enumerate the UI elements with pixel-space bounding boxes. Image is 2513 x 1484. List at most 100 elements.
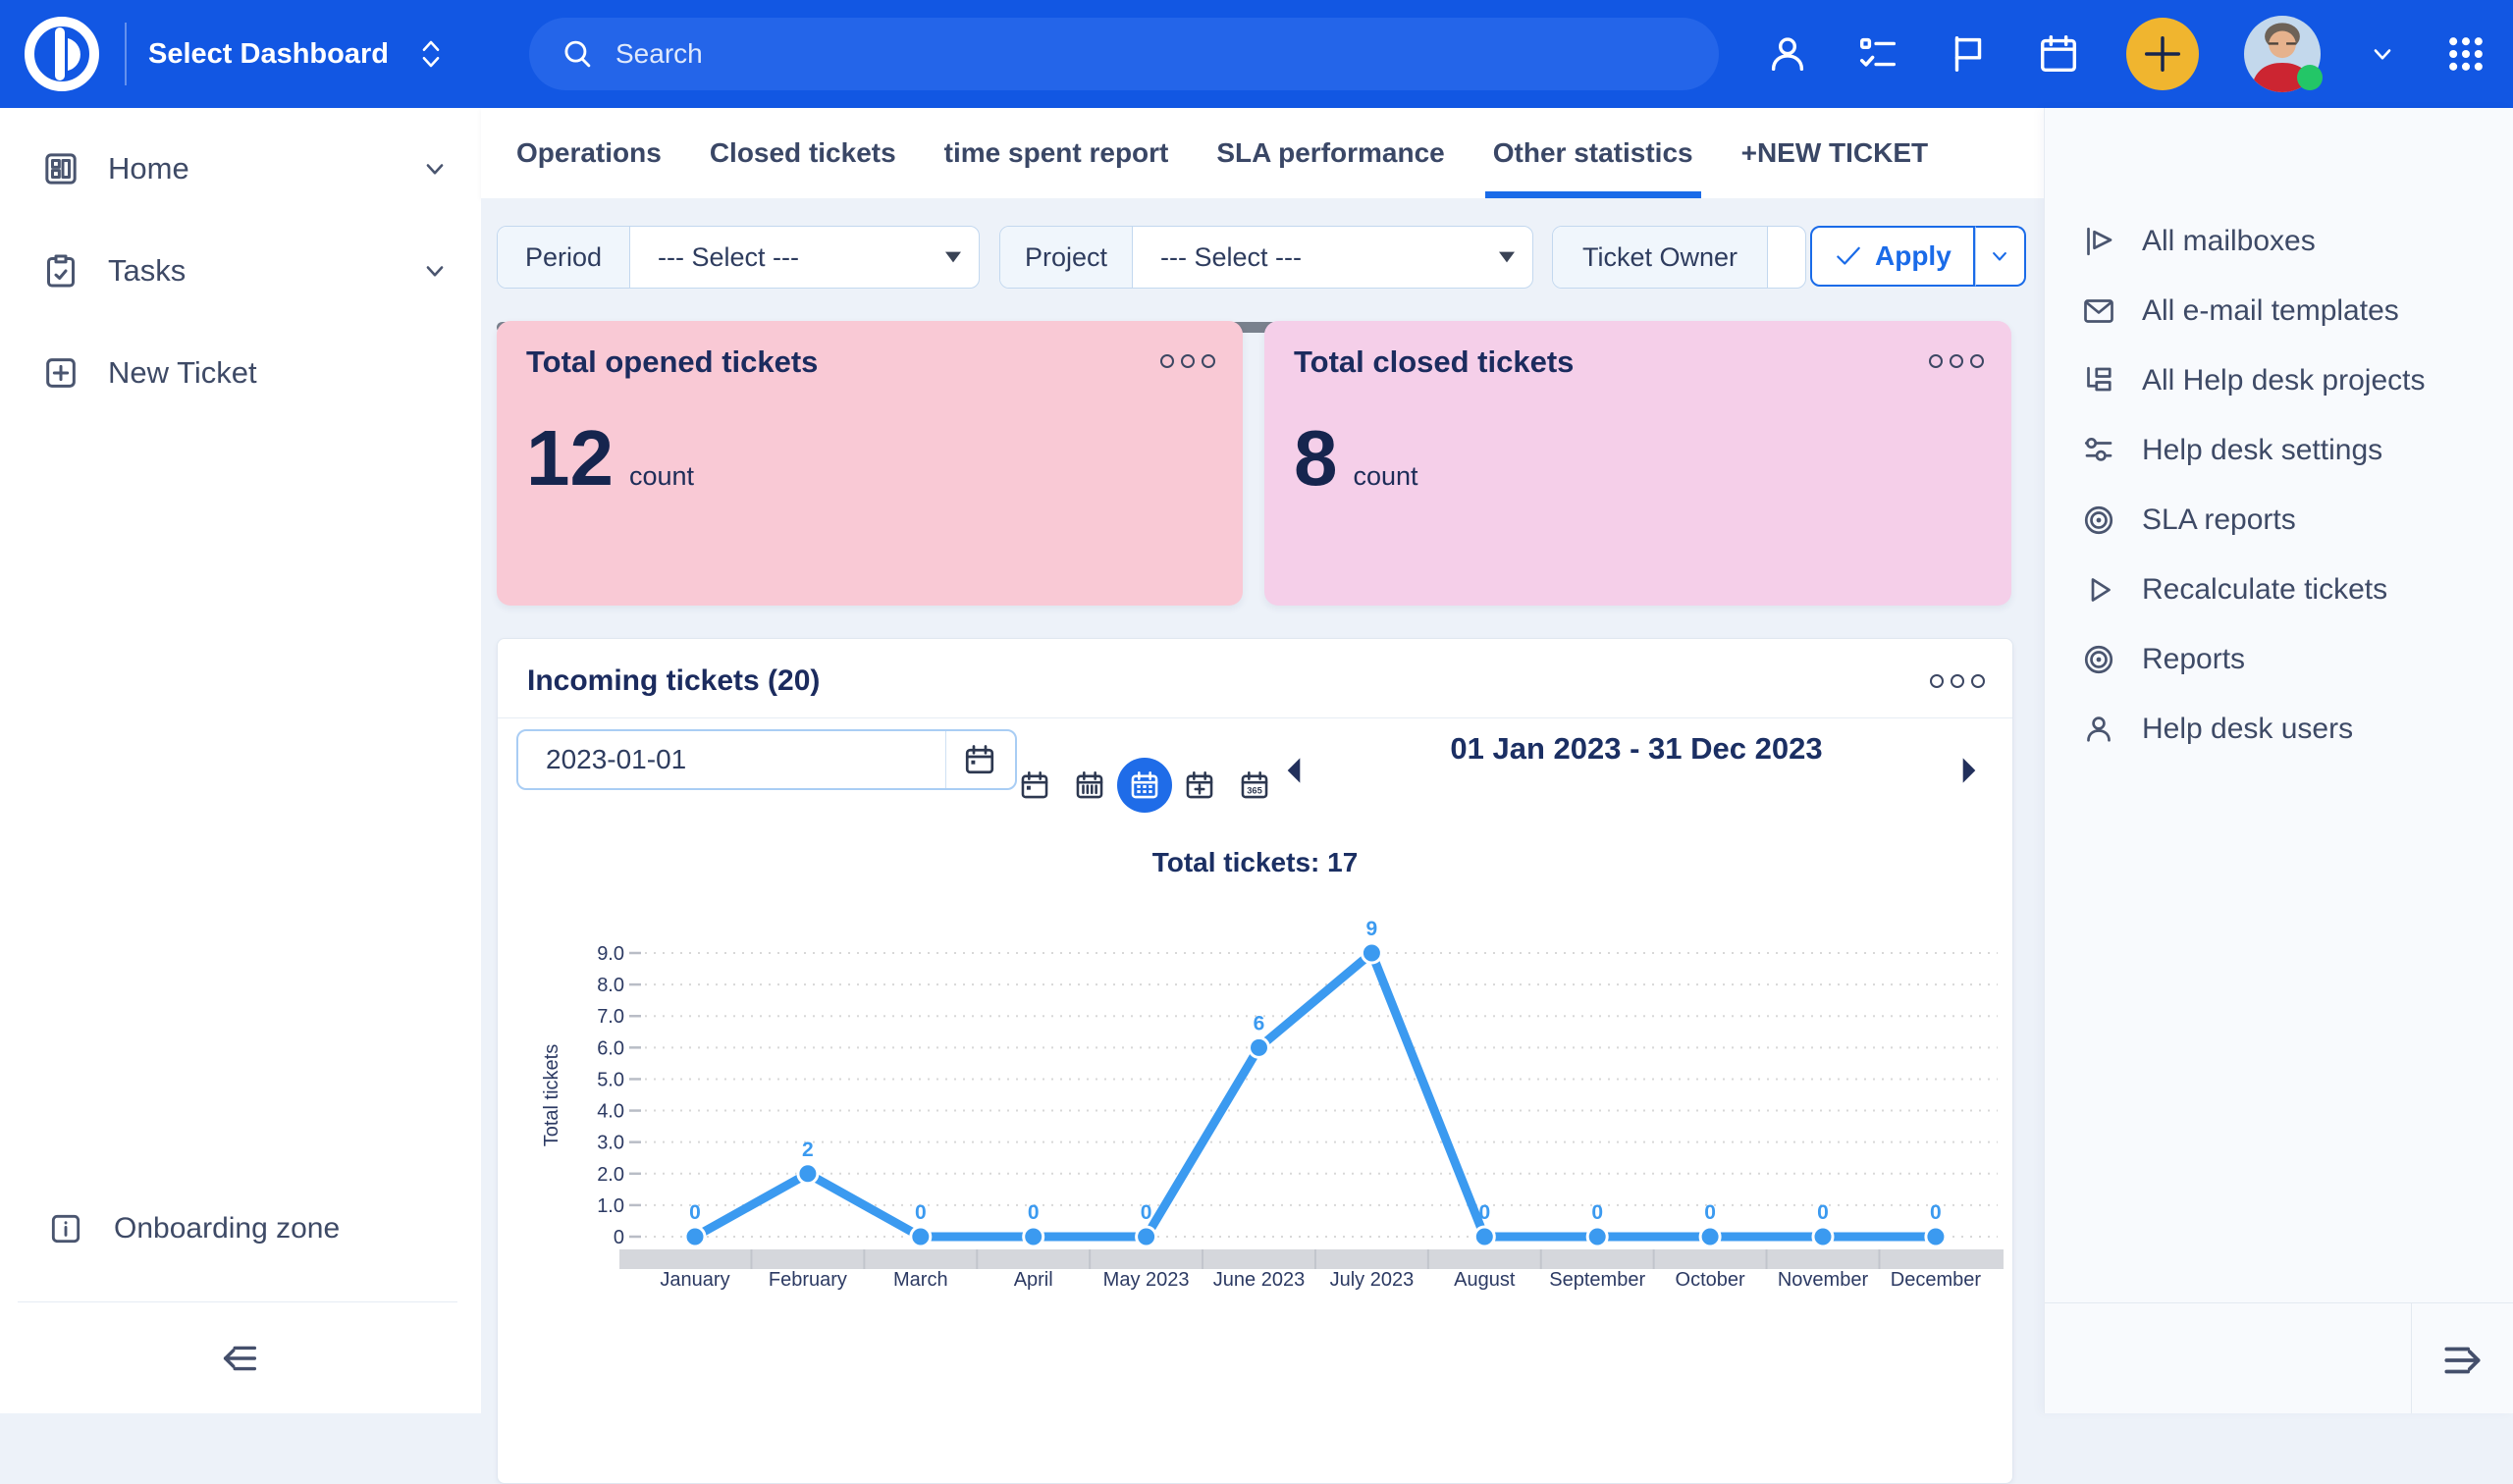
- ticket-owner-filter[interactable]: Ticket Owner: [1552, 226, 1806, 289]
- right-item-all-help-desk-projects[interactable]: All Help desk projects: [2045, 345, 2513, 415]
- tab-operations[interactable]: Operations: [516, 108, 662, 198]
- calendar-day-icon[interactable]: [1007, 758, 1062, 813]
- calendar-custom-range-icon[interactable]: [1172, 758, 1227, 813]
- svg-text:0: 0: [1028, 1201, 1040, 1224]
- app-logo-icon[interactable]: [22, 14, 102, 94]
- right-item-label: Recalculate tickets: [2142, 573, 2387, 607]
- calendar-icon[interactable]: [2036, 31, 2081, 77]
- tab-time-spent-report[interactable]: time spent report: [944, 108, 1169, 198]
- period-filter[interactable]: Period --- Select ---: [497, 226, 980, 289]
- footer-divider: [2411, 1303, 2412, 1413]
- sidebar-divider: [18, 1301, 457, 1302]
- chevron-down-icon: [1986, 242, 2013, 270]
- add-button[interactable]: [2126, 18, 2199, 90]
- card-menu-icon[interactable]: [1160, 354, 1215, 368]
- dashboard-selector[interactable]: Select Dashboard: [148, 34, 448, 74]
- right-item-label: SLA reports: [2142, 504, 2296, 537]
- apps-grid-icon[interactable]: [2444, 32, 2487, 76]
- user-icon[interactable]: [1765, 31, 1810, 77]
- chevron-down-icon[interactable]: [418, 254, 452, 288]
- calendar-icon[interactable]: [962, 742, 997, 777]
- chevron-down-icon[interactable]: [2366, 37, 2399, 71]
- svg-text:9: 9: [1366, 918, 1378, 940]
- period-value: --- Select ---: [658, 242, 799, 273]
- tab-sla-performance[interactable]: SLA performance: [1216, 108, 1444, 198]
- collapse-sidebar-icon[interactable]: [214, 1333, 265, 1384]
- dashboard-selector-label: Select Dashboard: [148, 38, 389, 71]
- svg-text:0: 0: [1930, 1201, 1942, 1224]
- svg-text:3.0: 3.0: [597, 1133, 624, 1154]
- apply-button[interactable]: Apply: [1810, 226, 1975, 287]
- calendar-month-icon[interactable]: [1117, 758, 1172, 813]
- right-item-help-desk-settings[interactable]: Help desk settings: [2045, 415, 2513, 485]
- project-filter[interactable]: Project --- Select ---: [999, 226, 1533, 289]
- period-select[interactable]: --- Select ---: [630, 227, 979, 288]
- svg-text:6.0: 6.0: [597, 1037, 624, 1059]
- project-value: --- Select ---: [1160, 242, 1302, 273]
- flag-icon[interactable]: [1946, 31, 1991, 77]
- date-picker[interactable]: [516, 729, 1017, 790]
- apply-dropdown-button[interactable]: [1975, 226, 2026, 287]
- sidebar-item-tasks[interactable]: Tasks: [0, 220, 481, 322]
- next-period-icon[interactable]: [1954, 754, 1984, 787]
- tab-other-statistics[interactable]: Other statistics: [1493, 108, 1693, 198]
- tasks-checklist-icon[interactable]: [1855, 31, 1900, 77]
- right-item-label: All e-mail templates: [2142, 294, 2399, 328]
- right-item-label: Reports: [2142, 643, 2245, 676]
- sort-chevrons-icon: [414, 34, 448, 74]
- settings-sliders-icon: [2081, 433, 2116, 468]
- online-status-dot: [2297, 65, 2323, 90]
- svg-text:0: 0: [689, 1201, 701, 1224]
- prev-period-icon[interactable]: [1279, 754, 1309, 787]
- dashboard-icon: [41, 149, 80, 188]
- svg-text:365: 365: [1247, 786, 1262, 796]
- svg-text:January: January: [660, 1269, 729, 1291]
- search-bar[interactable]: [529, 18, 1719, 90]
- tab-new-ticket[interactable]: +NEW TICKET: [1741, 108, 1929, 198]
- date-input[interactable]: [544, 743, 921, 776]
- right-item-sla-reports[interactable]: SLA reports: [2045, 485, 2513, 555]
- panel-divider: [498, 717, 2012, 718]
- chevron-down-icon[interactable]: [418, 152, 452, 186]
- expand-sidebar-icon[interactable]: [2435, 1333, 2490, 1388]
- sidebar-item-home[interactable]: Home: [0, 118, 481, 220]
- svg-text:June 2023: June 2023: [1213, 1269, 1305, 1291]
- svg-text:March: March: [893, 1269, 948, 1291]
- right-item-recalculate-tickets[interactable]: Recalculate tickets: [2045, 555, 2513, 624]
- project-select[interactable]: --- Select ---: [1133, 227, 1532, 288]
- svg-text:0: 0: [1141, 1201, 1152, 1224]
- right-item-help-desk-users[interactable]: Help desk users: [2045, 694, 2513, 764]
- sidebar-item-label: New Ticket: [108, 355, 257, 391]
- right-sidebar: All mailboxes All e-mail templates All H…: [2044, 108, 2513, 1413]
- square-plus-icon: [41, 353, 80, 393]
- sidebar-item-new-ticket[interactable]: New Ticket: [0, 322, 481, 424]
- mailbox-flag-icon: [2081, 224, 2116, 259]
- period-label: Period: [498, 227, 630, 288]
- date-range-label: 01 Jan 2023 - 31 Dec 2023: [1430, 725, 1843, 772]
- date-box-divider: [945, 731, 946, 788]
- right-item-all-mailboxes[interactable]: All mailboxes: [2045, 206, 2513, 276]
- right-item-all-email-templates[interactable]: All e-mail templates: [2045, 276, 2513, 345]
- calendar-week-icon[interactable]: [1062, 758, 1117, 813]
- sidebar-item-label: Tasks: [108, 253, 186, 289]
- avatar[interactable]: [2244, 16, 2321, 92]
- svg-text:November: November: [1778, 1269, 1869, 1291]
- card-menu-icon[interactable]: [1929, 354, 1984, 368]
- calendar-year-icon[interactable]: 365: [1227, 758, 1282, 813]
- svg-text:October: October: [1676, 1269, 1745, 1291]
- incoming-tickets-chart: 01.02.03.04.05.06.07.08.09.0Total ticket…: [498, 884, 2012, 1346]
- projects-tree-icon: [2081, 363, 2116, 398]
- info-square-icon: [47, 1210, 84, 1247]
- svg-text:April: April: [1014, 1269, 1053, 1291]
- tab-closed-tickets[interactable]: Closed tickets: [710, 108, 896, 198]
- sidebar-item-onboarding-zone[interactable]: Onboarding zone: [0, 1178, 481, 1280]
- card-title: Total opened tickets: [526, 344, 818, 380]
- panel-menu-icon[interactable]: [1930, 674, 1985, 688]
- card-total-opened-tickets: Total opened tickets 12 count: [497, 321, 1243, 606]
- svg-text:December: December: [1891, 1269, 1982, 1291]
- svg-text:August: August: [1454, 1269, 1516, 1291]
- ticket-owner-select[interactable]: [1768, 227, 1805, 288]
- card-value: 12: [526, 419, 614, 498]
- right-item-reports[interactable]: Reports: [2045, 624, 2513, 694]
- search-input[interactable]: [614, 37, 1648, 71]
